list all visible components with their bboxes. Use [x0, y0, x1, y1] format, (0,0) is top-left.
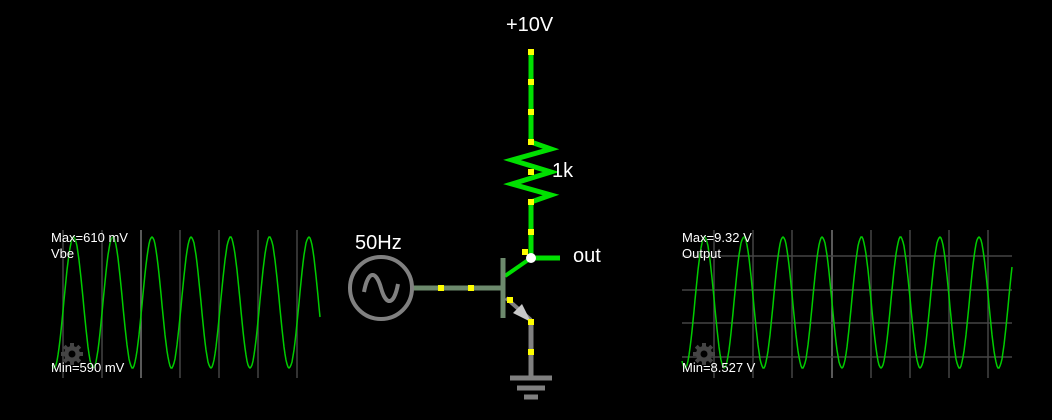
source-frequency-label: 50Hz: [355, 232, 402, 254]
scope-vbe-min: Min=590 mV: [51, 360, 125, 375]
output-label: out: [573, 245, 601, 267]
current-dot: [438, 285, 444, 291]
scope-output-max: Max=9.32 V: [682, 230, 752, 245]
scope-output-name: Output: [682, 246, 722, 261]
current-dot: [528, 319, 534, 325]
junction-node: [526, 253, 536, 263]
current-dot: [528, 229, 534, 235]
ac-source-icon[interactable]: [348, 255, 414, 321]
current-dot: [528, 109, 534, 115]
resistor-value-label: 1k: [552, 160, 574, 182]
scope-vbe-grid: [62, 230, 298, 378]
circuit-canvas[interactable]: [0, 0, 1052, 420]
current-dot: [468, 285, 474, 291]
supply-voltage-label: +10V: [506, 14, 554, 36]
current-dot: [528, 169, 534, 175]
current-dot: [528, 139, 534, 145]
current-dot: [528, 49, 534, 55]
ground-icon: [510, 375, 552, 400]
current-dot: [528, 79, 534, 85]
scope-vbe-max: Max=610 mV: [51, 230, 128, 245]
current-dot: [507, 297, 513, 303]
scope-output-min: Min=8.527 V: [682, 360, 756, 375]
scope-vbe-name: Vbe: [51, 246, 75, 261]
current-dot: [528, 349, 534, 355]
current-dot: [522, 249, 528, 255]
scope-vbe-trace: [51, 235, 321, 370]
current-dot: [528, 199, 534, 205]
